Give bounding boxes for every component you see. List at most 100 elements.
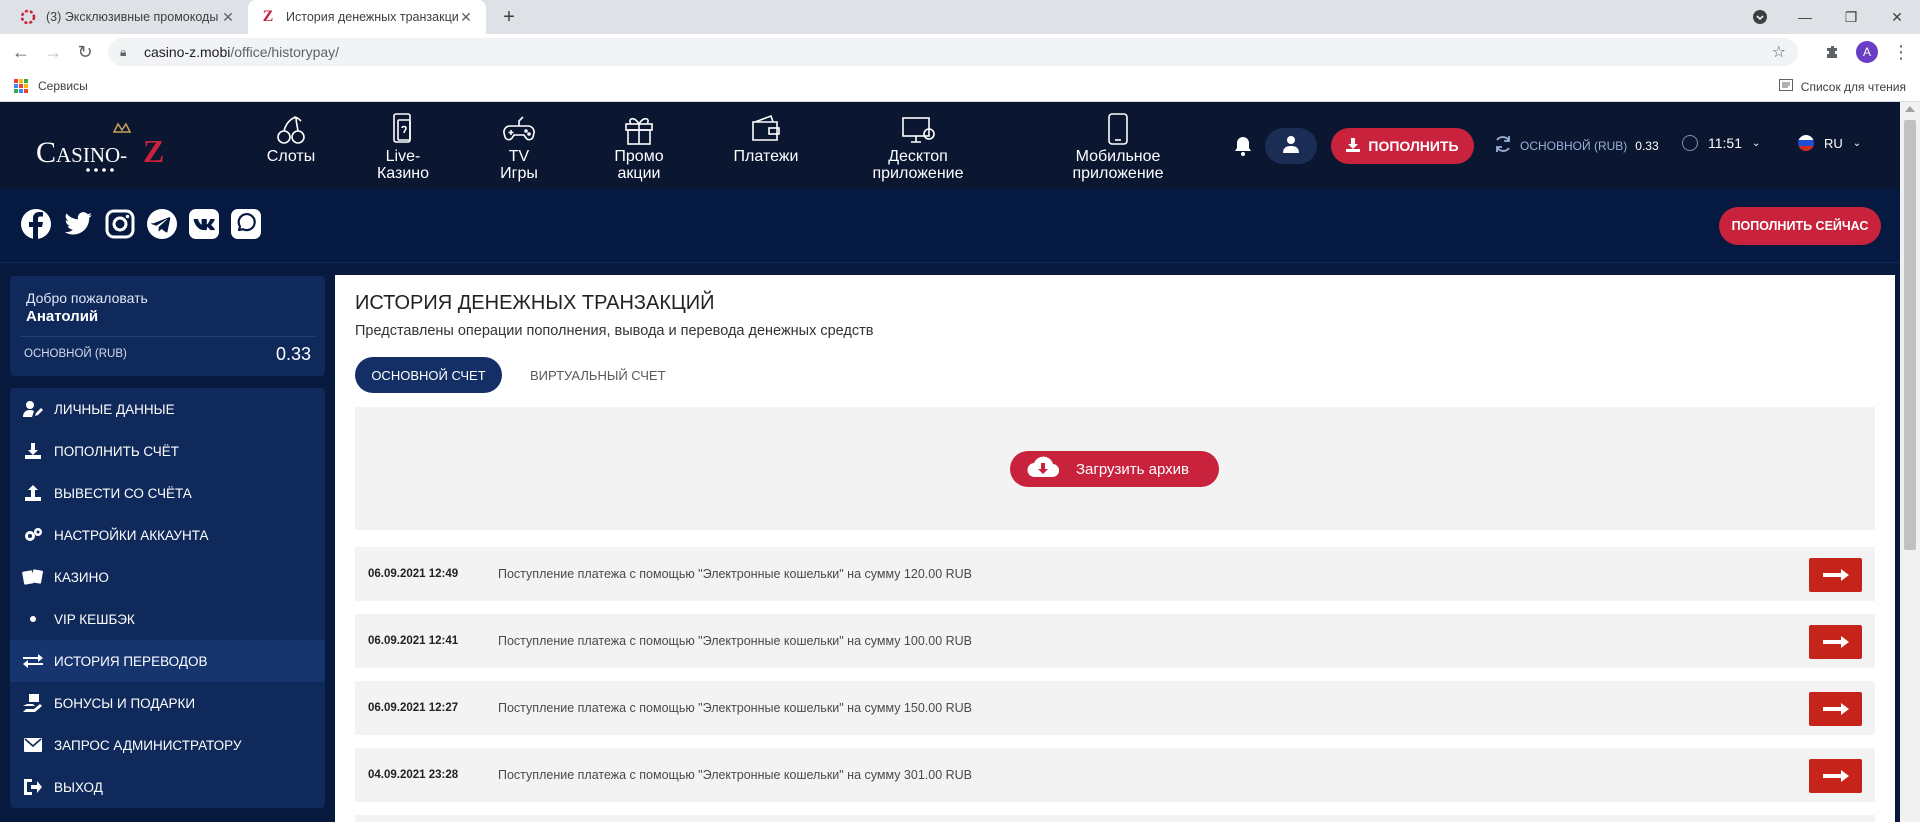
new-tab-button[interactable]: + (496, 4, 522, 30)
menu-item-contact-admin[interactable]: ЗАПРОС АДМИНИСТРАТОРУ (10, 724, 325, 766)
transaction-date: 04.09.2021 23:28 (368, 769, 459, 781)
exchange-icon (22, 653, 44, 669)
menu-item-personal-data[interactable]: ЛИЧНЫЕ ДАННЫЕ (10, 388, 325, 430)
balance-label: ОСНОВНОЙ (RUB) (24, 348, 127, 360)
menu-item-logout[interactable]: ВЫХОД (10, 766, 325, 808)
bell-icon[interactable] (1234, 136, 1252, 156)
reading-list[interactable]: Список для чтения (1778, 79, 1906, 94)
language-selector[interactable]: RU ⌄ (1798, 135, 1861, 151)
url-path: /office/historypay/ (230, 44, 340, 60)
url-host: casino-z.mobi (144, 44, 231, 60)
browser-tab-promocodes[interactable]: (3) Эксклюзивные промокоды ✕ (8, 0, 248, 34)
tab-virtual-account[interactable]: ВИРТУАЛЬНЫЙ СЧЕТ (520, 357, 666, 393)
minimize-icon[interactable]: — (1790, 0, 1820, 34)
balance-value: 0.33 (1635, 138, 1659, 153)
archive-panel: Загрузить архив (355, 407, 1875, 530)
menu-label: ПОПОЛНИТЬ СЧЁТ (54, 443, 179, 459)
transaction-description: Поступление платежа с помощью "Электронн… (498, 567, 973, 581)
details-arrow-button[interactable] (1809, 759, 1862, 793)
menu-item-vip-cashback[interactable]: VIP КЕШБЭК (10, 598, 325, 640)
page-title: ИСТОРИЯ ДЕНЕЖНЫХ ТРАНЗАКЦИЙ (355, 292, 715, 314)
gears-icon (22, 527, 44, 543)
more-menu-icon[interactable]: ⋮ (1888, 39, 1914, 65)
page-scrollbar[interactable] (1900, 102, 1920, 822)
apps-label: Сервисы (38, 79, 88, 93)
apps-shortcut[interactable]: Сервисы (14, 79, 88, 93)
menu-label: ИСТОРИЯ ПЕРЕВОДОВ (54, 653, 208, 669)
details-arrow-button[interactable] (1809, 625, 1862, 659)
nav-live-casino[interactable]: Live- Казино (353, 112, 453, 182)
bookmark-star-icon[interactable]: ☆ (1772, 42, 1786, 62)
svg-text:Z: Z (143, 133, 164, 169)
scroll-up-icon[interactable] (1905, 106, 1915, 112)
close-window-icon[interactable]: ✕ (1882, 0, 1912, 34)
close-tab-icon[interactable]: ✕ (220, 9, 236, 26)
vk-icon[interactable] (188, 208, 220, 240)
menu-item-bonuses[interactable]: БОНУСЫ И ПОДАРКИ (10, 682, 325, 724)
tab-search-icon[interactable] (1748, 0, 1772, 34)
table-row: 04.09.2021 23:28 Поступление платежа с п… (355, 748, 1875, 802)
nav-label: Промо (614, 148, 664, 165)
chevron-down-icon: ⌄ (1852, 137, 1862, 149)
nav-mobile-app[interactable]: Мобильное приложение (1063, 112, 1173, 182)
desktop-icon (868, 112, 968, 146)
nav-tv-games[interactable]: TV Игры (469, 112, 569, 182)
instagram-icon[interactable] (104, 208, 136, 240)
nav-promotions[interactable]: Промо акции (589, 112, 689, 182)
divider (20, 336, 315, 337)
table-row (355, 815, 1875, 822)
scroll-thumb[interactable] (1904, 120, 1916, 550)
back-icon[interactable]: ← (8, 39, 34, 65)
menu-label: БОНУСЫ И ПОДАРКИ (54, 695, 196, 711)
reload-icon[interactable]: ↻ (72, 39, 98, 65)
menu-label: ВЫВЕСТИ СО СЧЁТА (54, 485, 192, 501)
deposit-button[interactable]: ПОПОЛНИТЬ (1331, 128, 1474, 164)
clock-icon (1682, 135, 1698, 151)
header-balance[interactable]: ОСНОВНОЙ (RUB) 0.33 (1494, 135, 1659, 156)
restore-icon[interactable]: ❐ (1836, 0, 1866, 34)
download-archive-button[interactable]: Загрузить архив (1010, 451, 1219, 487)
casino-z-logo[interactable]: C ASINO- Z (36, 118, 170, 176)
profile-avatar[interactable]: A (1856, 41, 1878, 63)
download-icon (22, 443, 44, 459)
browser-toolbar: ← → ↻ 🔒︎ casino-z.mobi/office/historypay… (0, 34, 1920, 70)
clock[interactable]: 11:51 ⌄ (1682, 135, 1760, 151)
cherries-icon (241, 112, 341, 146)
refresh-icon[interactable] (1494, 135, 1512, 156)
close-tab-icon[interactable]: ✕ (458, 9, 474, 26)
nav-slots[interactable]: Слоты (241, 112, 341, 165)
address-bar[interactable]: 🔒︎ casino-z.mobi/office/historypay/ ☆ (108, 38, 1798, 66)
balance-label: ОСНОВНОЙ (RUB) (1520, 138, 1628, 153)
nav-label: акции (617, 165, 661, 182)
forward-icon[interactable]: → (40, 39, 66, 65)
transaction-date: 06.09.2021 12:49 (368, 568, 459, 580)
chat-icon[interactable] (230, 208, 262, 240)
menu-item-transfer-history[interactable]: ИСТОРИЯ ПЕРЕВОДОВ (10, 640, 325, 682)
menu-item-deposit[interactable]: ПОПОЛНИТЬ СЧЁТ (10, 430, 325, 472)
lock-icon: 🔒︎ (120, 44, 127, 59)
telegram-icon[interactable] (146, 208, 178, 240)
nav-desktop-app[interactable]: Десктоп приложение (868, 112, 968, 182)
deposit-label: ПОПОЛНИТЬ (1368, 138, 1459, 154)
menu-item-withdraw[interactable]: ВЫВЕСТИ СО СЧЁТА (10, 472, 325, 514)
tab-title: История денежных транзакций (286, 10, 458, 24)
details-arrow-button[interactable] (1809, 558, 1862, 592)
facebook-icon[interactable] (20, 208, 52, 240)
tab-main-account[interactable]: ОСНОВНОЙ СЧЕТ (355, 357, 502, 393)
bookmarks-bar: Сервисы Список для чтения (0, 70, 1920, 102)
menu-item-account-settings[interactable]: НАСТРОЙКИ АККАУНТА (10, 514, 325, 556)
details-arrow-button[interactable] (1809, 692, 1862, 726)
twitter-icon[interactable] (62, 208, 94, 240)
chevron-down-icon: ⌄ (1752, 137, 1761, 149)
menu-item-casino[interactable]: КАЗИНО (10, 556, 325, 598)
nav-payments[interactable]: Платежи (716, 112, 816, 165)
archive-label: Загрузить архив (1076, 460, 1190, 478)
deposit-now-button[interactable]: ПОПОЛНИТЬ СЕЙЧАС (1719, 207, 1881, 245)
transaction-description: Поступление платежа с помощью "Электронн… (498, 701, 973, 715)
menu-label: НАСТРОЙКИ АККАУНТА (54, 527, 209, 543)
nav-label: Мобильное (1075, 148, 1161, 165)
extensions-icon[interactable] (1820, 39, 1846, 65)
user-profile-button[interactable] (1265, 128, 1317, 164)
browser-tab-history[interactable]: Z История денежных транзакций ✕ (248, 0, 486, 34)
reading-list-icon (1778, 79, 1793, 94)
